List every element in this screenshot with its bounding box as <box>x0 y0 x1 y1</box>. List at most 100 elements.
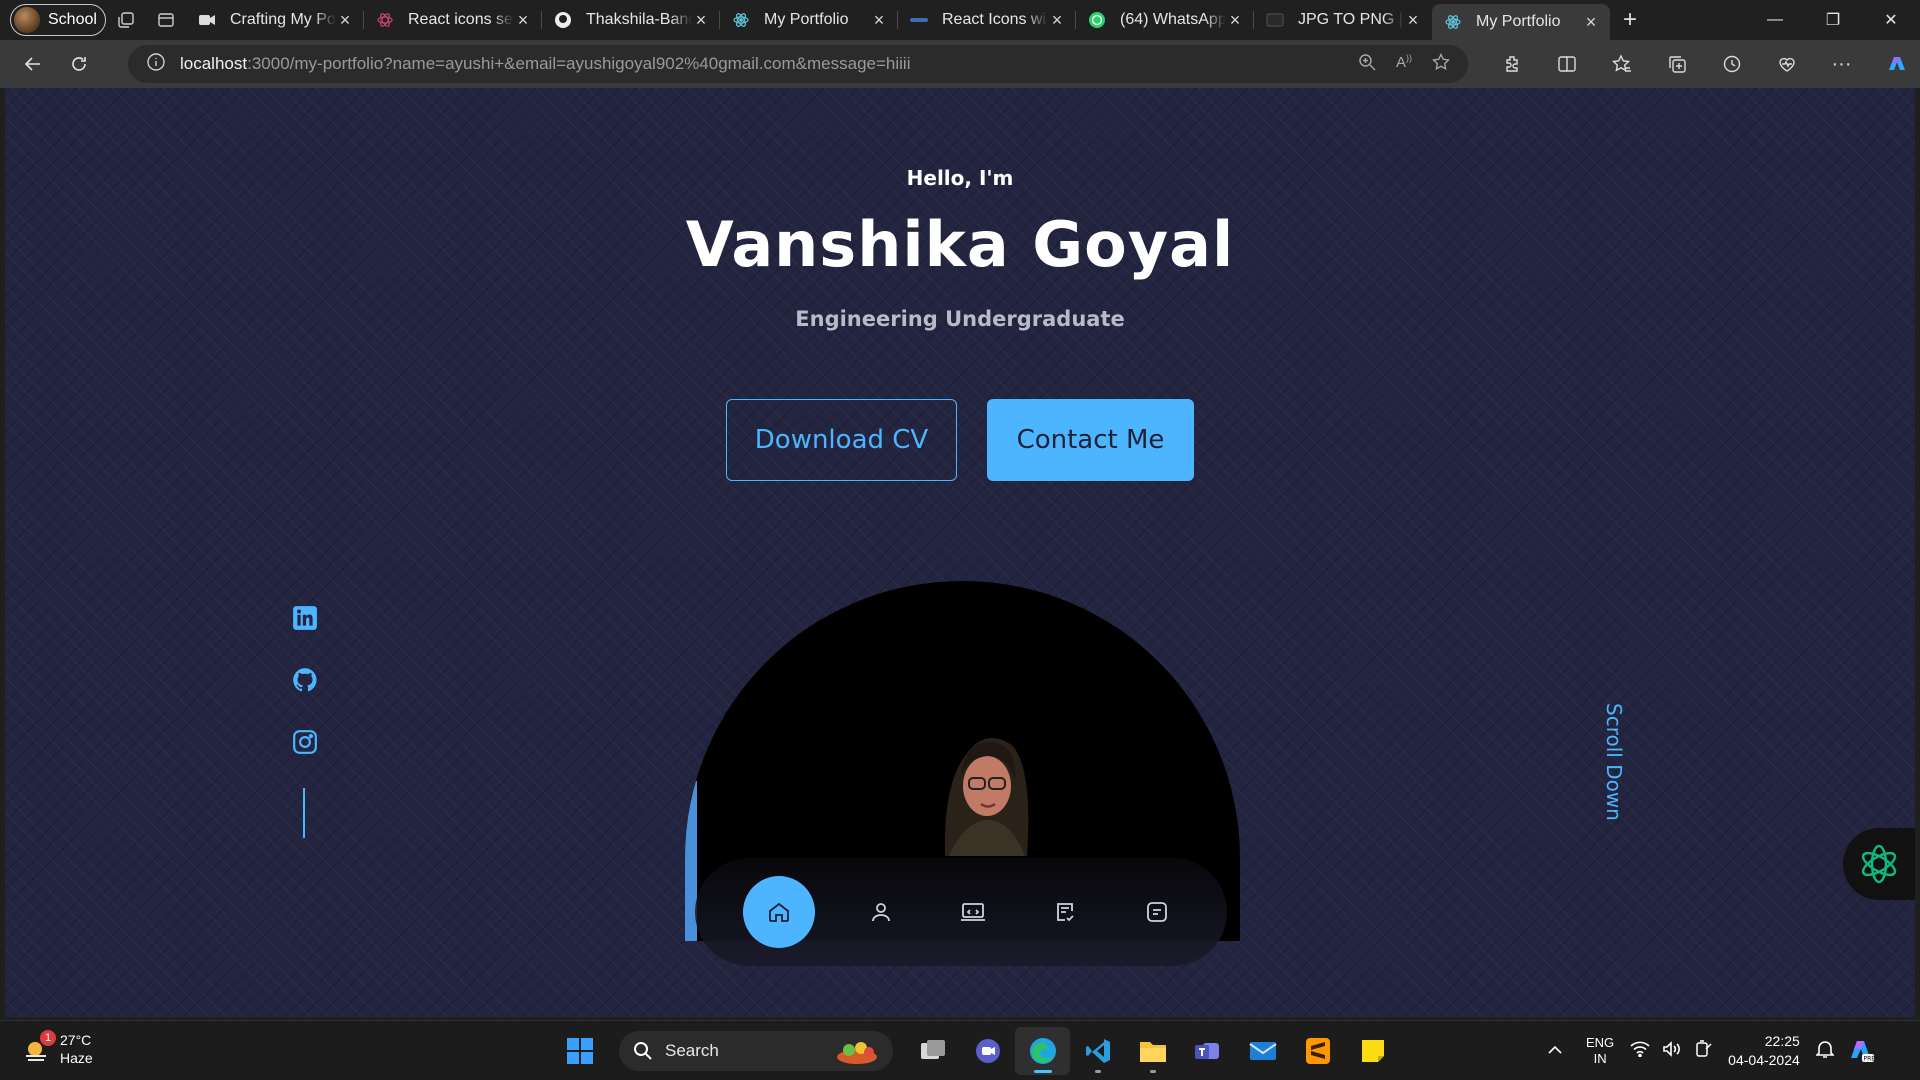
react-icon <box>732 11 750 29</box>
tab-active[interactable]: My Portfolio × <box>1432 4 1610 40</box>
sublime-text-icon[interactable] <box>1290 1027 1345 1075</box>
teams-chat-icon[interactable] <box>960 1027 1015 1075</box>
taskbar-apps: Search <box>552 1021 1400 1080</box>
clock-date: 04-04-2024 <box>1728 1052 1800 1068</box>
zoom-icon[interactable] <box>1358 53 1376 76</box>
minimize-icon[interactable]: — <box>1746 0 1804 40</box>
taskbar: 1 27°C Haze Search ENG IN 22:25 04-04-20… <box>0 1020 1920 1080</box>
close-tab-icon[interactable]: × <box>692 10 710 31</box>
tab-icon <box>910 11 928 29</box>
tab-title: Thakshila-Band <box>586 11 692 28</box>
start-icon[interactable] <box>552 1027 607 1075</box>
tab-title: React icons sea <box>408 11 514 28</box>
window-controls: — ❐ ✕ <box>1746 0 1920 40</box>
new-tab-button[interactable]: + <box>1610 0 1650 40</box>
tab[interactable]: React icons sea × <box>364 0 542 40</box>
url-field[interactable]: localhost:3000/my-portfolio?name=ayushi+… <box>128 45 1468 83</box>
more-icon[interactable]: ··· <box>1814 53 1869 76</box>
close-tab-icon[interactable]: × <box>870 10 888 31</box>
instagram-icon[interactable] <box>290 729 320 755</box>
refresh-icon[interactable] <box>56 44 102 84</box>
linkedin-icon[interactable] <box>290 605 320 631</box>
split-screen-icon[interactable] <box>1539 54 1594 74</box>
wifi-icon[interactable] <box>1630 1041 1650 1062</box>
tab-actions-icon[interactable] <box>146 0 186 40</box>
workspaces-icon[interactable] <box>106 0 146 40</box>
back-icon[interactable] <box>10 44 56 84</box>
close-tab-icon[interactable]: × <box>1582 12 1600 33</box>
chatgpt-sidebar-icon[interactable] <box>1843 828 1915 900</box>
page-title: Vanshika Goyal <box>685 208 1235 281</box>
sticky-notes-icon[interactable] <box>1345 1027 1400 1075</box>
tab-title: Crafting My Po <box>230 11 336 28</box>
weather-widget[interactable]: 1 27°C Haze <box>22 1030 93 1067</box>
whatsapp-icon <box>1088 11 1106 29</box>
favorites-icon[interactable] <box>1594 54 1649 74</box>
close-tab-icon[interactable]: × <box>1048 10 1066 31</box>
video-icon <box>198 11 216 29</box>
close-tab-icon[interactable]: × <box>336 10 354 31</box>
social-divider <box>303 788 305 838</box>
contact-icon[interactable] <box>1111 876 1203 948</box>
tab-title: JPG TO PNG | F <box>1298 11 1404 28</box>
copilot-icon[interactable] <box>1869 52 1920 76</box>
react-icon <box>1444 13 1462 31</box>
url-path: :3000/my-portfolio?name=ayushi+&email=ay… <box>247 54 911 73</box>
edge-icon[interactable] <box>1015 1027 1070 1075</box>
task-view-icon[interactable] <box>905 1027 960 1075</box>
clock[interactable]: 22:25 04-04-2024 <box>1728 1032 1800 1070</box>
tab[interactable]: My Portfolio × <box>720 0 898 40</box>
contact-me-button[interactable]: Contact Me <box>987 399 1194 481</box>
tab[interactable]: Thakshila-Band × <box>542 0 720 40</box>
favorite-star-icon[interactable] <box>1432 52 1450 76</box>
mail-icon[interactable] <box>1235 1027 1290 1075</box>
performance-icon[interactable] <box>1759 54 1814 74</box>
close-tab-icon[interactable]: × <box>514 10 532 31</box>
close-window-icon[interactable]: ✕ <box>1862 0 1920 40</box>
language-indicator[interactable]: ENG IN <box>1586 1035 1614 1067</box>
search-icon <box>634 1042 652 1060</box>
download-cv-button[interactable]: Download CV <box>726 399 957 481</box>
close-tab-icon[interactable]: × <box>1404 10 1422 31</box>
chevron-up-icon[interactable] <box>1548 1042 1562 1060</box>
taskbar-search[interactable]: Search <box>619 1031 893 1071</box>
copilot-taskbar-icon[interactable]: PRE <box>1846 1034 1876 1069</box>
home-icon[interactable] <box>743 876 815 948</box>
vscode-icon[interactable] <box>1070 1027 1125 1075</box>
tab-title: React Icons wi <box>942 11 1047 28</box>
profile-button[interactable]: School <box>10 4 106 36</box>
tab[interactable]: JPG TO PNG | F × <box>1254 0 1432 40</box>
history-icon[interactable] <box>1704 54 1759 74</box>
search-label: Search <box>665 1041 719 1060</box>
profile-photo <box>944 738 1029 856</box>
avatar <box>14 7 40 33</box>
restore-icon[interactable]: ❐ <box>1804 0 1862 40</box>
user-icon[interactable] <box>835 876 927 948</box>
search-highlight-icon <box>831 1037 883 1070</box>
site-info-icon[interactable] <box>146 52 166 77</box>
experience-icon[interactable] <box>927 876 1019 948</box>
tab[interactable]: Crafting My Po × <box>186 0 364 40</box>
tab[interactable]: React Icons wi × <box>898 0 1076 40</box>
notification-badge: 1 <box>40 1030 56 1046</box>
battery-icon[interactable] <box>1694 1039 1714 1063</box>
weather-temp: 27°C <box>60 1032 92 1048</box>
scroll-down-link[interactable]: Scroll Down <box>1599 703 1629 843</box>
bottom-nav <box>695 858 1227 966</box>
close-tab-icon[interactable]: × <box>1226 10 1244 31</box>
tab-title: My Portfolio <box>764 11 849 28</box>
greeting: Hello, I'm <box>906 166 1014 190</box>
collections-icon[interactable] <box>1649 54 1704 74</box>
svg-text:PRE: PRE <box>1863 1055 1875 1062</box>
teams-icon[interactable] <box>1180 1027 1235 1075</box>
file-explorer-icon[interactable] <box>1125 1027 1180 1075</box>
read-aloud-icon[interactable]: A)) <box>1396 53 1412 76</box>
extensions-icon[interactable] <box>1484 54 1539 74</box>
bell-icon[interactable] <box>1814 1039 1835 1064</box>
tab[interactable]: (64) WhatsApp × <box>1076 0 1254 40</box>
portfolio-page: Hello, I'm Vanshika Goyal Engineering Un… <box>5 88 1915 1017</box>
volume-icon[interactable] <box>1662 1040 1682 1062</box>
github-icon[interactable] <box>290 667 320 693</box>
services-icon[interactable] <box>1019 876 1111 948</box>
address-bar: localhost:3000/my-portfolio?name=ayushi+… <box>0 40 1920 88</box>
